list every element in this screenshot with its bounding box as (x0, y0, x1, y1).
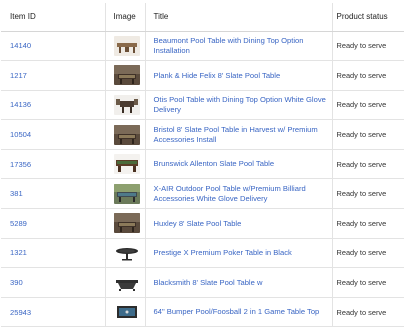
item-id-cell: 10504 (1, 119, 105, 150)
image-cell (104, 60, 145, 91)
item-id-link[interactable]: 17356 (10, 160, 105, 169)
item-id-cell: 381 (1, 178, 105, 210)
image-cell (104, 238, 145, 269)
title-cell: Blacksmith 8' Slate Pool Table w (144, 267, 332, 298)
product-title-link[interactable]: Brunswick Allenton Slate Pool Table (154, 159, 332, 169)
item-id-link[interactable]: 1217 (10, 71, 105, 80)
table-row[interactable]: 390 Blacksmith 8' Slate Pool Table w Ready… (1, 267, 404, 298)
item-id-cell: 25943 (1, 297, 105, 328)
item-id-cell: 14136 (1, 90, 105, 121)
item-id-cell: 14140 (1, 31, 105, 62)
status-cell: Ready to serve (331, 31, 404, 62)
product-status-text: Ready to serve (336, 307, 387, 317)
product-title-link[interactable]: Blacksmith 8' Slate Pool Table w (154, 278, 332, 288)
column-header-image[interactable]: Image (104, 3, 145, 32)
item-id-cell: 1217 (1, 60, 105, 91)
status-cell: Ready to serve (331, 178, 404, 210)
item-id-link[interactable]: 14140 (10, 41, 105, 50)
image-cell (104, 119, 145, 150)
product-title-link[interactable]: 64" Bumper Pool/Foosball 2 in 1 Game Tab… (154, 307, 332, 317)
product-title-link[interactable]: Prestige X Premium Poker Table in Black (154, 248, 332, 258)
product-title-link[interactable]: X-AIR Outdoor Pool Table w/Premium Billi… (154, 184, 332, 203)
item-id-link[interactable]: 25943 (10, 308, 105, 317)
bumper-pool-table-thumbnail[interactable] (113, 302, 140, 323)
product-title-link[interactable]: Plank & Hide Felix 8' Slate Pool Table (154, 71, 332, 81)
status-cell: Ready to serve (331, 119, 404, 150)
status-cell: Ready to serve (331, 90, 404, 121)
product-title-link[interactable]: Otis Pool Table with Dining Top Option W… (154, 95, 332, 114)
item-id-cell: 390 (1, 267, 105, 298)
table-row[interactable]: 14136 Otis Pool Table with Dining Top Opt… (1, 90, 404, 121)
item-id-link[interactable]: 1321 (10, 248, 105, 257)
status-cell: Ready to serve (331, 267, 404, 298)
product-status-text: Ready to serve (336, 189, 387, 199)
status-cell: Ready to serve (331, 149, 404, 180)
title-cell: 64" Bumper Pool/Foosball 2 in 1 Game Tab… (144, 297, 332, 328)
title-cell: Bristol 8' Slate Pool Table in Harvest w… (144, 119, 332, 150)
product-status-text: Ready to serve (336, 70, 387, 80)
item-id-cell: 17356 (1, 149, 105, 180)
title-cell: Plank & Hide Felix 8' Slate Pool Table (144, 60, 332, 91)
item-id-link[interactable]: 14136 (10, 100, 105, 109)
table-row[interactable]: 17356 Brunswick Allenton Slate Pool Table… (1, 149, 404, 180)
table-row[interactable]: 1321 Prestige X Premium Poker Table in Bl… (1, 238, 404, 269)
product-status-text: Ready to serve (336, 218, 387, 228)
product-status-text: Ready to serve (336, 100, 387, 110)
table-row[interactable]: 25943 64" Bumper Pool/Foosball 2 in 1 Gam… (1, 297, 404, 328)
pool-table-dining-top-thumbnail[interactable] (113, 35, 140, 56)
title-cell: Huxley 8' Slate Pool Table (144, 208, 332, 239)
table-header-row: Item ID Image Title Product status (1, 3, 404, 32)
image-cell (104, 90, 145, 121)
pool-table-room-thumbnail[interactable] (113, 65, 140, 86)
status-cell: Ready to serve (331, 60, 404, 91)
product-status-text: Ready to serve (336, 41, 387, 51)
image-cell (104, 297, 145, 328)
table-row[interactable]: 14140 Beaumont Pool Table with Dining Top… (1, 31, 404, 62)
item-id-link[interactable]: 390 (10, 278, 105, 287)
image-cell (104, 267, 145, 298)
pool-table-thumbnail[interactable] (113, 154, 140, 175)
product-status-text: Ready to serve (336, 130, 387, 140)
outdoor-pool-table-thumbnail[interactable] (113, 183, 140, 204)
item-id-link[interactable]: 5289 (10, 219, 105, 228)
item-id-link[interactable]: 10504 (10, 130, 105, 139)
image-cell (104, 149, 145, 180)
product-title-link[interactable]: Beaumont Pool Table with Dining Top Opti… (154, 36, 332, 55)
item-id-cell: 5289 (1, 208, 105, 239)
black-pool-table-thumbnail[interactable] (113, 272, 140, 293)
image-cell (104, 31, 145, 62)
table-row[interactable]: 1217 Plank & Hide Felix 8' Slate Pool Tab… (1, 60, 404, 91)
image-cell (104, 208, 145, 239)
status-cell: Ready to serve (331, 238, 404, 269)
pool-table-room-thumbnail[interactable] (113, 213, 140, 234)
product-table-view: Item ID Image Title Product status 14140… (0, 0, 416, 332)
image-cell (104, 178, 145, 210)
title-cell: X-AIR Outdoor Pool Table w/Premium Billi… (144, 178, 332, 210)
status-cell: Ready to serve (331, 208, 404, 239)
product-table: Item ID Image Title Product status 14140… (1, 3, 404, 328)
title-cell: Prestige X Premium Poker Table in Black (144, 238, 332, 269)
pool-table-chairs-thumbnail[interactable] (113, 94, 140, 115)
item-id-cell: 1321 (1, 238, 105, 269)
poker-table-thumbnail[interactable] (113, 242, 140, 263)
product-title-link[interactable]: Bristol 8' Slate Pool Table in Harvest w… (154, 125, 332, 144)
product-status-text: Ready to serve (336, 159, 387, 169)
product-title-link[interactable]: Huxley 8' Slate Pool Table (154, 219, 332, 229)
pool-table-room-thumbnail[interactable] (113, 124, 140, 145)
title-cell: Brunswick Allenton Slate Pool Table (144, 149, 332, 180)
table-row[interactable]: 381 X-AIR Outdoor Pool Table w/Premium Bi… (1, 178, 404, 210)
column-header-item-id[interactable]: Item ID (1, 3, 105, 32)
product-status-text: Ready to serve (336, 278, 387, 288)
title-cell: Beaumont Pool Table with Dining Top Opti… (144, 31, 332, 62)
product-status-text: Ready to serve (336, 248, 387, 258)
table-row[interactable]: 5289 Huxley 8' Slate Pool Table Ready to s… (1, 208, 404, 239)
item-id-link[interactable]: 381 (10, 189, 105, 198)
table-row[interactable]: 10504 Bristol 8' Slate Pool Table in Harv… (1, 119, 404, 150)
column-header-title[interactable]: Title (144, 3, 332, 32)
status-cell: Ready to serve (331, 297, 404, 328)
title-cell: Otis Pool Table with Dining Top Option W… (144, 90, 332, 121)
column-header-product-status[interactable]: Product status (331, 3, 404, 32)
